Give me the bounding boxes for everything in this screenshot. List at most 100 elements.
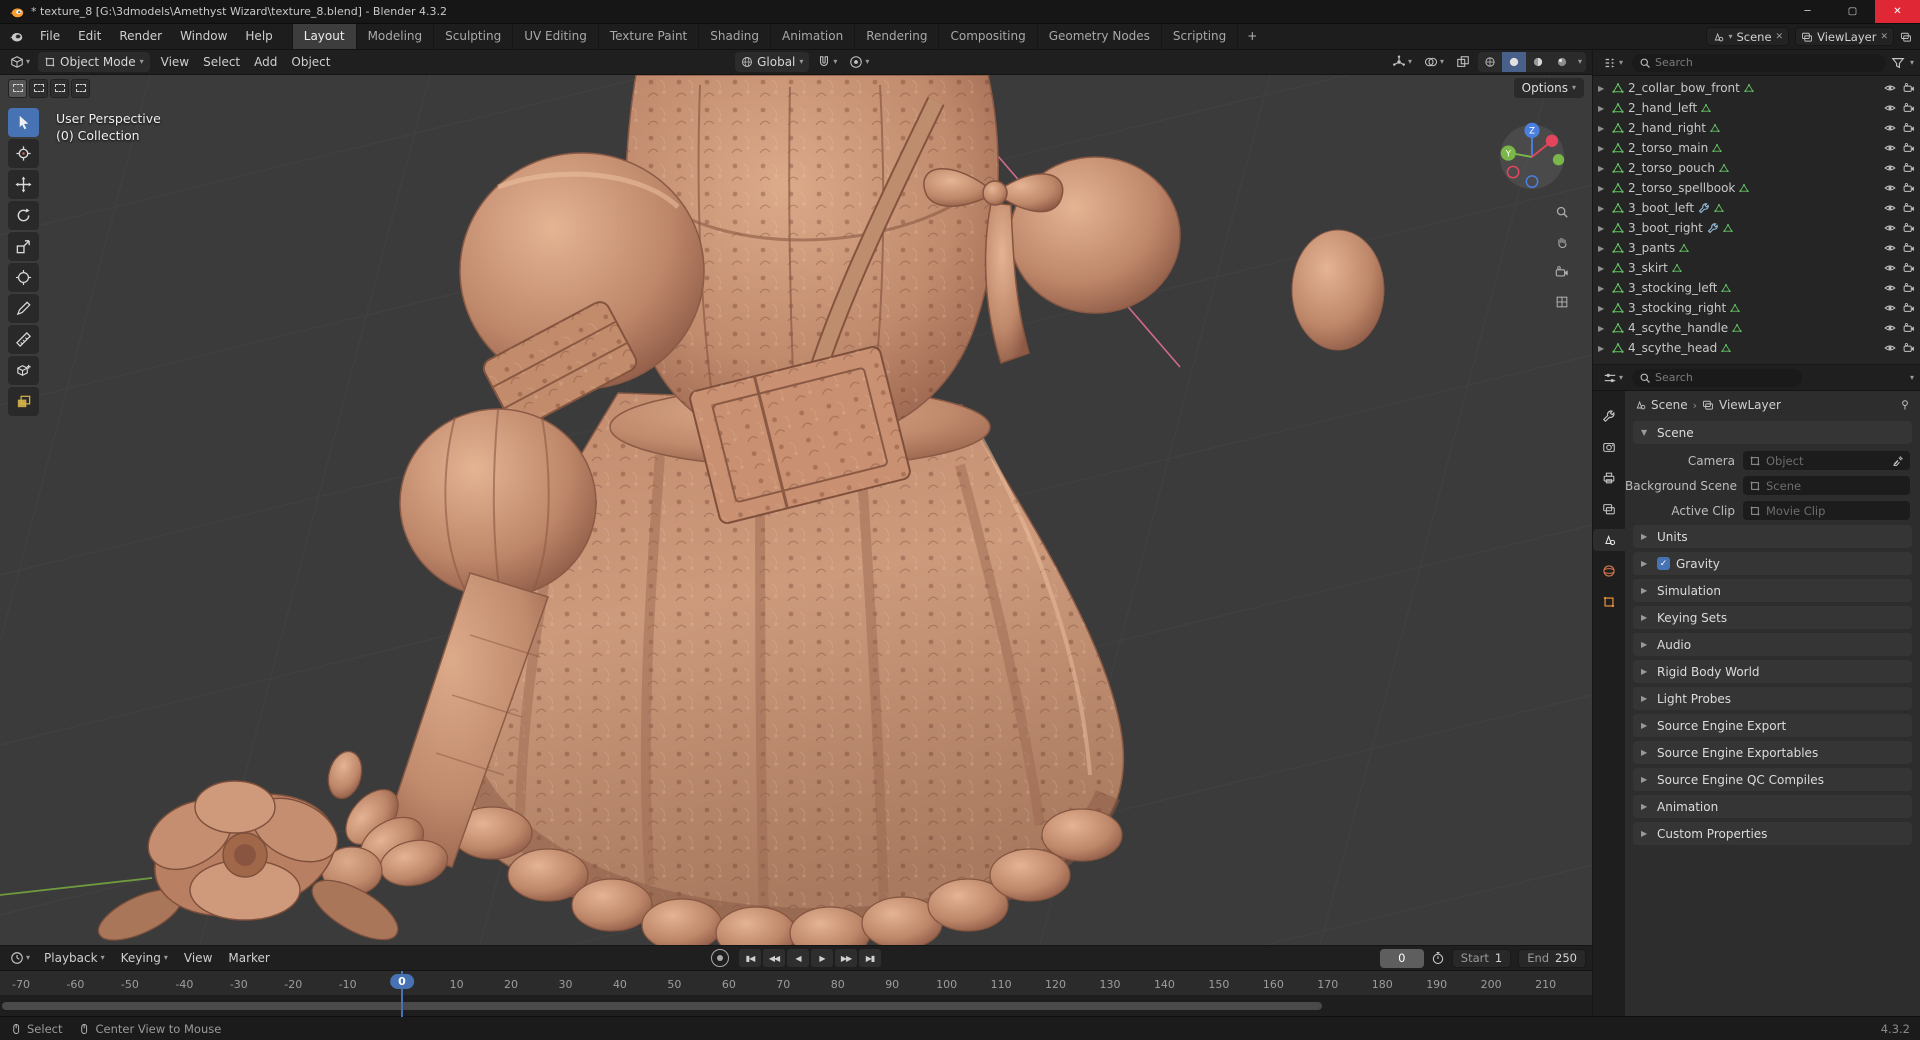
shading-wireframe-button[interactable] bbox=[1478, 52, 1502, 72]
viewport-menu-item[interactable]: Add bbox=[247, 55, 284, 69]
viewport-menu-item[interactable]: Select bbox=[196, 55, 247, 69]
scene-selector[interactable]: ▾ Scene ✕ bbox=[1706, 27, 1789, 46]
tab-view-layer[interactable] bbox=[1596, 498, 1622, 520]
disable-render-camera-icon[interactable] bbox=[1903, 322, 1915, 334]
shading-dropdown[interactable]: ▾ bbox=[1574, 58, 1586, 66]
viewport-menu-item[interactable]: Object bbox=[284, 55, 337, 69]
modifier-wrench-icon[interactable] bbox=[1707, 222, 1719, 234]
workspace-tab[interactable]: Rendering bbox=[855, 24, 939, 49]
timeline-hscrollbar[interactable] bbox=[2, 1002, 1322, 1010]
tool-scale-button[interactable] bbox=[8, 232, 39, 261]
transport-button[interactable]: ▮◀ bbox=[739, 949, 761, 967]
disable-render-camera-icon[interactable] bbox=[1903, 162, 1915, 174]
outliner-row[interactable]: ▶ 2_hand_right bbox=[1593, 118, 1920, 138]
outliner-row[interactable]: ▶ 3_pants bbox=[1593, 238, 1920, 258]
disclosure-icon[interactable]: ▶ bbox=[1598, 84, 1608, 93]
disable-render-camera-icon[interactable] bbox=[1903, 182, 1915, 194]
outliner-editor-type-button[interactable]: ▾ bbox=[1599, 53, 1627, 73]
hide-viewport-eye-icon[interactable] bbox=[1884, 162, 1896, 174]
timeline-ruler[interactable]: -70-60-50-40-30-20-100102030405060708090… bbox=[0, 971, 1592, 995]
object-name[interactable]: 2_hand_left bbox=[1628, 101, 1697, 115]
tab-tool[interactable] bbox=[1596, 405, 1622, 427]
hide-viewport-eye-icon[interactable] bbox=[1884, 302, 1896, 314]
disable-render-camera-icon[interactable] bbox=[1903, 82, 1915, 94]
hide-viewport-eye-icon[interactable] bbox=[1884, 202, 1896, 214]
eyedropper-icon[interactable] bbox=[1892, 455, 1904, 467]
outliner-row[interactable]: ▶ 3_stocking_right bbox=[1593, 298, 1920, 318]
workspace-tab[interactable]: Animation bbox=[771, 24, 855, 49]
disclosure-icon[interactable]: ▶ bbox=[1598, 144, 1608, 153]
workspace-tab[interactable]: Shading bbox=[699, 24, 771, 49]
property-section-header[interactable]: ▶ ✓ Keying Sets bbox=[1633, 606, 1912, 629]
object-name[interactable]: 3_pants bbox=[1628, 241, 1675, 255]
object-name[interactable]: 3_boot_right bbox=[1628, 221, 1703, 235]
properties-search-input[interactable] bbox=[1655, 371, 1795, 384]
ortho-grid-icon[interactable] bbox=[1550, 290, 1574, 314]
shading-solid-button[interactable] bbox=[1502, 52, 1526, 72]
id-selector-field[interactable]: Scene bbox=[1743, 476, 1910, 495]
tab-world[interactable] bbox=[1596, 560, 1622, 582]
transport-button[interactable]: ▶▶ bbox=[835, 949, 857, 967]
outliner-row[interactable]: ▶ 2_torso_main bbox=[1593, 138, 1920, 158]
hide-viewport-eye-icon[interactable] bbox=[1884, 282, 1896, 294]
hide-viewport-eye-icon[interactable] bbox=[1884, 82, 1896, 94]
new-viewlayer-icon[interactable] bbox=[1900, 31, 1912, 43]
outliner-row[interactable]: ▶ 2_torso_pouch bbox=[1593, 158, 1920, 178]
gravity-checkbox[interactable]: ✓ bbox=[1657, 557, 1670, 570]
id-selector-field[interactable]: Object bbox=[1743, 451, 1910, 470]
menubar-item[interactable]: Window bbox=[171, 24, 236, 49]
workspace-tab[interactable]: Sculpting bbox=[434, 24, 513, 49]
show-gizmo-dropdown[interactable]: ▾ bbox=[1388, 52, 1416, 72]
select-mode-extend-button[interactable] bbox=[29, 79, 48, 98]
transport-button[interactable]: ▶▮ bbox=[859, 949, 881, 967]
gizmo-y-neg-axis[interactable] bbox=[1553, 154, 1564, 165]
tool-annotate-button[interactable] bbox=[8, 294, 39, 323]
viewport-3d[interactable]: ▾ Object Mode ▾ ViewSelectAddObject Glob… bbox=[0, 50, 1592, 945]
hide-viewport-eye-icon[interactable] bbox=[1884, 122, 1896, 134]
gizmo-x-axis[interactable] bbox=[1546, 135, 1558, 147]
transport-button[interactable]: ◀◀ bbox=[763, 949, 785, 967]
shading-rendered-button[interactable] bbox=[1550, 52, 1574, 72]
workspace-tab[interactable]: Compositing bbox=[939, 24, 1037, 49]
object-name[interactable]: 4_scythe_head bbox=[1628, 341, 1717, 355]
timeline-menu-item[interactable]: Playback ▾ bbox=[36, 951, 113, 965]
property-section-header[interactable]: ▶ ✓ Source Engine QC Compiles bbox=[1633, 768, 1912, 791]
options-dropdown[interactable]: Options ▾ bbox=[1514, 78, 1584, 98]
rose[interactable] bbox=[92, 748, 407, 945]
hide-viewport-eye-icon[interactable] bbox=[1884, 142, 1896, 154]
disclosure-icon[interactable]: ▶ bbox=[1598, 324, 1608, 333]
object-name[interactable]: 3_stocking_left bbox=[1628, 281, 1717, 295]
disable-render-camera-icon[interactable] bbox=[1903, 262, 1915, 274]
id-selector-field[interactable]: Movie Clip bbox=[1743, 501, 1910, 520]
breadcrumb-scene[interactable]: Scene bbox=[1651, 398, 1688, 412]
model-amethyst-wizard[interactable] bbox=[92, 75, 1384, 945]
tool-transform-button[interactable] bbox=[8, 263, 39, 292]
viewlayer-selector[interactable]: ViewLayer ✕ bbox=[1795, 27, 1894, 46]
object-name[interactable]: 2_torso_main bbox=[1628, 141, 1708, 155]
disclosure-icon[interactable]: ▶ bbox=[1598, 104, 1608, 113]
frame-end-field[interactable]: End 250 bbox=[1518, 949, 1586, 968]
auto-keying-toggle[interactable] bbox=[711, 949, 729, 967]
menubar-item[interactable]: Edit bbox=[69, 24, 110, 49]
workspace-tab[interactable]: Scripting bbox=[1162, 24, 1238, 49]
snapping-dropdown[interactable]: ▾ bbox=[813, 52, 841, 72]
object-name[interactable]: 3_boot_left bbox=[1628, 201, 1694, 215]
outliner-search[interactable] bbox=[1632, 54, 1886, 72]
close-button[interactable]: ✕ bbox=[1875, 0, 1920, 23]
object-name[interactable]: 3_skirt bbox=[1628, 261, 1668, 275]
outliner-row[interactable]: ▶ 4_scythe_handle bbox=[1593, 318, 1920, 338]
playhead-frame-indicator[interactable]: 0 bbox=[390, 974, 414, 989]
hide-viewport-eye-icon[interactable] bbox=[1884, 242, 1896, 254]
disable-render-camera-icon[interactable] bbox=[1903, 122, 1915, 134]
remove-viewlayer-icon[interactable]: ✕ bbox=[1880, 32, 1888, 42]
workspace-tab[interactable]: Texture Paint bbox=[599, 24, 699, 49]
outliner-row[interactable]: ▶ 3_skirt bbox=[1593, 258, 1920, 278]
blender-app-menu-button[interactable] bbox=[0, 29, 31, 44]
proportional-editing-dropdown[interactable]: ▾ bbox=[845, 52, 873, 72]
navigation-gizmo[interactable]: Z Y bbox=[1496, 119, 1568, 191]
current-frame-field[interactable]: 0 bbox=[1380, 949, 1424, 968]
add-workspace-button[interactable]: + bbox=[1238, 24, 1266, 49]
disclosure-icon[interactable]: ▶ bbox=[1598, 284, 1608, 293]
tool-select-box-button[interactable] bbox=[8, 108, 39, 137]
outliner-row[interactable]: ▶ 2_torso_spellbook bbox=[1593, 178, 1920, 198]
